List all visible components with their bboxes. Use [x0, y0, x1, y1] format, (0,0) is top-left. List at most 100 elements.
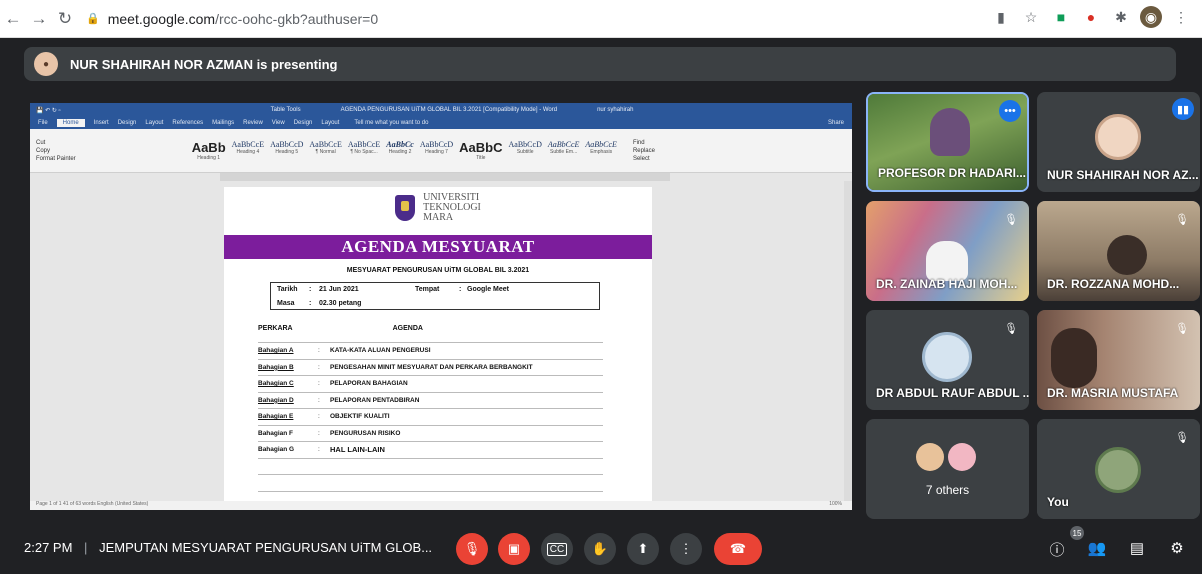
editing-group: Find Replace Select — [633, 140, 655, 162]
lock-icon: 🔒 — [86, 13, 100, 25]
table-row: Bahagian B: PENGESAHAN MINIT MESYUARAT D… — [258, 360, 603, 376]
word-tab[interactable]: References — [172, 120, 203, 126]
reload-icon[interactable]: ↻ — [52, 6, 78, 32]
word-tell-me[interactable]: Tell me what you want to do — [354, 120, 428, 126]
word-tab[interactable]: Design — [294, 120, 313, 126]
uitm-wordmark: UNIVERSITI TEKNOLOGI MARA — [423, 193, 481, 223]
style-item[interactable]: AaBbCcE Subtle Em... — [548, 140, 580, 161]
extensions-puzzle-icon[interactable]: ✱ — [1110, 6, 1132, 28]
present-button[interactable]: ⬆ — [627, 533, 659, 565]
find-button[interactable]: Find — [633, 140, 655, 146]
word-zoom[interactable]: 100% — [829, 501, 842, 507]
agenda-desc: HAL LAIN-LAIN — [330, 445, 385, 455]
back-icon[interactable]: ← — [0, 6, 26, 32]
agenda-code: Bahagian C — [258, 380, 294, 388]
word-share[interactable]: Share — [828, 120, 844, 126]
table-row: Bahagian G: HAL LAIN-LAIN — [258, 442, 603, 459]
style-item[interactable]: AaBbCcD Heading 5 — [270, 140, 303, 161]
meeting-controls-bar: 2:27 PM | JEMPUTAN MESYUARAT PENGURUSAN … — [0, 520, 1202, 574]
format-painter-button[interactable]: Format Painter — [36, 156, 76, 162]
mic-muted-icon: 🎙 — [1004, 213, 1018, 226]
word-quick-access[interactable]: 💾 ↶ ↻ ▫ — [36, 107, 61, 114]
table-row: Bahagian D: PELAPORAN PENTADBIRAN — [258, 393, 603, 409]
meeting-details: 2:27 PM | JEMPUTAN MESYUARAT PENGURUSAN … — [24, 540, 432, 555]
agenda-code: Bahagian D — [258, 396, 294, 404]
styles-gallery: AaBb Heading 1 AaBbCcE Heading 4 AaBbCcD He… — [192, 140, 617, 161]
style-item[interactable]: AaBbCcE ¶ Normal — [309, 140, 341, 161]
word-tab[interactable]: Design — [118, 120, 137, 126]
extension-red-icon[interactable]: ● — [1080, 6, 1102, 28]
participant-name: DR. ZAINAB HAJI MOH... — [876, 277, 1018, 291]
agenda-code: Bahagian B — [258, 363, 294, 371]
more-options-icon[interactable]: ••• — [999, 100, 1021, 122]
uni-line: MARA — [423, 212, 454, 223]
participant-tile[interactable]: ••• PROFESOR DR HADARI... — [866, 92, 1029, 192]
agenda-desc: PENGESAHAN MINIT MESYUARAT DAN PERKARA B… — [330, 363, 533, 371]
cut-button[interactable]: Cut — [36, 140, 76, 146]
raise-hand-button[interactable]: ✋ — [584, 533, 616, 565]
participant-tile[interactable]: 🎙 DR. MASRIA MUSTAFA — [1037, 310, 1200, 410]
style-item[interactable]: AaBbCcE Emphasis — [585, 140, 617, 161]
presenting-text: NUR SHAHIRAH NOR AZMAN is presenting — [70, 56, 338, 72]
people-icon[interactable]: 👥 — [1086, 539, 1108, 557]
camera-indicator-icon[interactable]: ▮ — [990, 6, 1012, 28]
mic-toggle-button[interactable]: 🎙 — [456, 533, 488, 565]
style-item[interactable]: AaBbCcE Heading 4 — [232, 140, 264, 161]
bookmark-star-icon[interactable]: ☆ — [1020, 6, 1042, 28]
browser-menu-icon[interactable]: ⋮ — [1170, 6, 1192, 28]
participant-tile[interactable]: 🎙 DR ABDUL RAUF ABDUL ... — [866, 310, 1029, 410]
agenda-desc: KATA-KATA ALUAN PENGERUSI — [330, 347, 431, 355]
style-item[interactable]: AaBb Heading 1 — [192, 140, 226, 161]
others-tile[interactable]: 7 others — [866, 419, 1029, 519]
captions-button[interactable]: CC — [541, 533, 573, 565]
word-tab[interactable]: Layout — [145, 120, 163, 126]
forward-icon[interactable]: → — [26, 6, 52, 32]
browser-toolbar: ← → ↻ 🔒 meet.google.com /rcc-oohc-gkb?au… — [0, 0, 1202, 38]
address-bar[interactable]: 🔒 meet.google.com /rcc-oohc-gkb?authuser… — [86, 11, 378, 27]
agenda-code: Bahagian F — [258, 429, 294, 437]
participant-tile[interactable]: ▮▮ NUR SHAHIRAH NOR AZ... — [1037, 92, 1200, 192]
participant-name: PROFESOR DR HADARI... — [878, 166, 1027, 180]
masa-label: Masa — [277, 300, 295, 307]
colon: : — [309, 300, 312, 307]
mic-off-icon: 🎙 — [463, 541, 481, 556]
word-document-page[interactable]: UNIVERSITI TEKNOLOGI MARA AGENDA MESYUAR… — [224, 187, 652, 510]
self-tile[interactable]: 🎙 You — [1037, 419, 1200, 519]
colon: : — [309, 286, 312, 293]
participant-tile[interactable]: 🎙 DR. ZAINAB HAJI MOH... — [866, 201, 1029, 301]
word-tab[interactable]: File — [38, 120, 48, 126]
participant-name: DR. ROZZANA MOHD... — [1047, 277, 1180, 291]
style-item[interactable]: AaBbC Title — [459, 140, 502, 161]
agenda-desc: OBJEKTIF KUALITI — [330, 413, 390, 421]
camera-toggle-button[interactable]: ▣ — [498, 533, 530, 565]
word-tab[interactable]: Review — [243, 120, 263, 126]
extension-green-icon[interactable]: ■ — [1050, 6, 1072, 28]
participant-tile[interactable]: 🎙 DR. ROZZANA MOHD... — [1037, 201, 1200, 301]
leave-call-button[interactable]: ☎ — [714, 533, 762, 565]
word-tab[interactable]: Mailings — [212, 120, 234, 126]
agenda-desc: PELAPORAN PENTADBIRAN — [330, 396, 420, 404]
style-item[interactable]: AaBbCcD Subtitle — [509, 140, 542, 161]
colon: : — [459, 286, 462, 293]
meet-window: ← → ↻ 🔒 meet.google.com /rcc-oohc-gkb?au… — [0, 0, 1202, 574]
activities-icon[interactable]: ⚙ — [1166, 539, 1188, 557]
word-scrollbar[interactable] — [844, 181, 852, 501]
style-item[interactable]: AaBbCcD Heading 7 — [420, 140, 453, 161]
word-tab[interactable]: Layout — [321, 120, 339, 126]
style-item[interactable]: AaBbCc Heading 2 — [386, 140, 414, 161]
meeting-info-box: Tarikh : 21 Jun 2021 Tempat : Google Mee… — [270, 282, 600, 310]
agenda-table: PERKARA AGENDA Bahagian A: KATA-KATA ALU… — [258, 325, 603, 508]
style-item[interactable]: AaBbCcE ¶ No Spac... — [348, 140, 380, 161]
mic-muted-icon: 🎙 — [1175, 322, 1189, 335]
more-options-button[interactable]: ⋮ — [670, 533, 702, 565]
meeting-details-icon[interactable]: ⓘ — [1046, 539, 1068, 560]
word-tab[interactable]: View — [272, 120, 285, 126]
word-tab[interactable]: Insert — [94, 120, 109, 126]
chat-icon[interactable]: ▤ — [1126, 539, 1148, 557]
word-tab-home[interactable]: Home — [56, 119, 85, 127]
profile-avatar-icon[interactable]: ◉ — [1140, 6, 1162, 28]
participant-avatar — [916, 443, 944, 471]
select-button[interactable]: Select — [633, 156, 655, 162]
copy-button[interactable]: Copy — [36, 148, 76, 154]
replace-button[interactable]: Replace — [633, 148, 655, 154]
